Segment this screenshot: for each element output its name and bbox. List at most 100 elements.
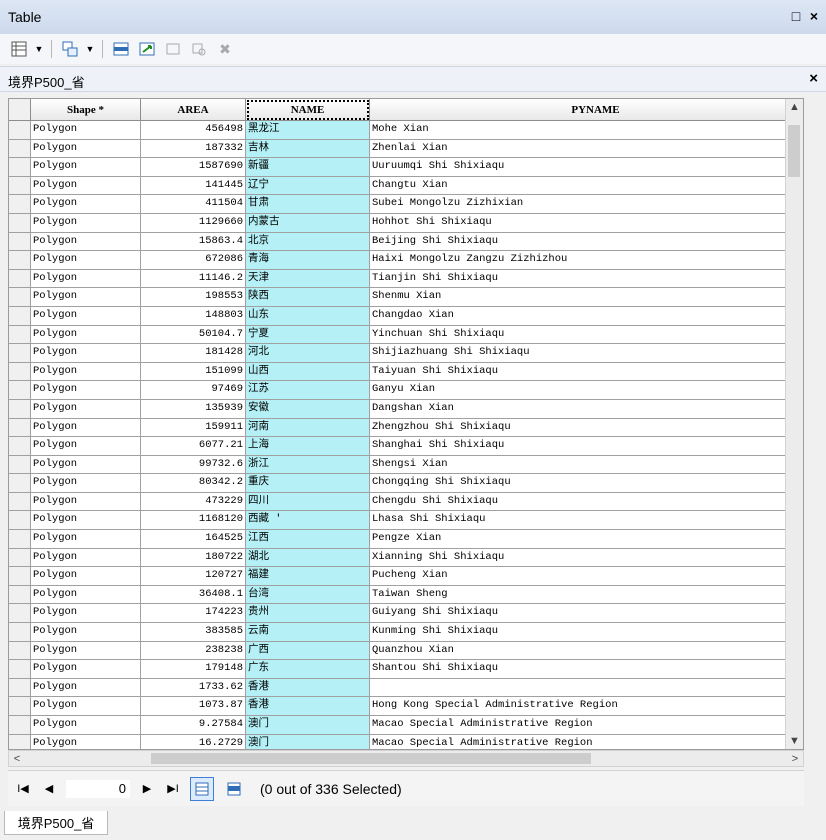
- cell-name[interactable]: 甘肃: [246, 195, 370, 214]
- cell-shape[interactable]: Polygon: [31, 455, 141, 475]
- table-row[interactable]: Polygon 135939 安徽 Dangshan Xian: [9, 399, 803, 419]
- cell-pyname[interactable]: Xianning Shi Shixiaqu: [370, 549, 803, 568]
- column-header-shape[interactable]: Shape *: [31, 99, 141, 121]
- cell-area[interactable]: 141445: [141, 176, 246, 196]
- first-record-button[interactable]: I◀: [14, 780, 32, 798]
- table-row[interactable]: Polygon 187332 吉林 Zhenlai Xian: [9, 139, 803, 159]
- cell-area[interactable]: 456498: [141, 121, 246, 140]
- row-selector[interactable]: [9, 623, 31, 642]
- row-selector[interactable]: [9, 121, 31, 140]
- cell-shape[interactable]: Polygon: [31, 697, 141, 716]
- cell-shape[interactable]: Polygon: [31, 530, 141, 549]
- cell-name[interactable]: 上海: [246, 437, 370, 456]
- clear-selection-icon[interactable]: [162, 38, 184, 60]
- table-row[interactable]: Polygon 238238 广西 Quanzhou Xian: [9, 641, 803, 661]
- table-row[interactable]: Polygon 151099 山西 Taiyuan Shi Shixiaqu: [9, 362, 803, 382]
- cell-pyname[interactable]: Pengze Xian: [370, 530, 803, 549]
- close-window-button[interactable]: ×: [808, 8, 820, 24]
- cell-pyname[interactable]: Shengsi Xian: [370, 456, 803, 475]
- horizontal-scroll-thumb[interactable]: [151, 753, 591, 764]
- cell-pyname[interactable]: Chongqing Shi Shixiaqu: [370, 474, 803, 493]
- zoom-to-selected-icon[interactable]: [188, 38, 210, 60]
- cell-shape[interactable]: Polygon: [31, 232, 141, 252]
- cell-shape[interactable]: Polygon: [31, 195, 141, 214]
- cell-shape[interactable]: Polygon: [31, 418, 141, 438]
- cell-area[interactable]: 383585: [141, 623, 246, 642]
- table-row[interactable]: Polygon 1129660 内蒙古 Hohhot Shi Shixiaqu: [9, 213, 803, 233]
- next-record-button[interactable]: ▶: [138, 780, 156, 798]
- row-selector[interactable]: [9, 176, 31, 196]
- cell-name[interactable]: 福建: [246, 567, 370, 586]
- bottom-table-tab[interactable]: 境界P500_省: [4, 811, 108, 835]
- cell-pyname[interactable]: Chengdu Shi Shixiaqu: [370, 493, 803, 512]
- table-row[interactable]: Polygon 9.27584 澳门 Macao Special Administra…: [9, 716, 803, 735]
- cell-area[interactable]: 6077.21: [141, 437, 246, 456]
- row-selector[interactable]: [9, 641, 31, 661]
- cell-shape[interactable]: Polygon: [31, 251, 141, 270]
- cell-area[interactable]: 11146.2: [141, 269, 246, 289]
- cell-name[interactable]: 广东: [246, 660, 370, 679]
- row-selector[interactable]: [9, 585, 31, 605]
- cell-name[interactable]: 北京: [246, 232, 370, 252]
- cell-shape[interactable]: Polygon: [31, 678, 141, 698]
- row-selector[interactable]: [9, 399, 31, 419]
- cell-area[interactable]: 411504: [141, 195, 246, 214]
- cell-name[interactable]: 河北: [246, 344, 370, 363]
- table-row[interactable]: Polygon 181428 河北 Shijiazhuang Shi Shixiaqu: [9, 344, 803, 363]
- related-tables-icon[interactable]: [59, 38, 81, 60]
- cell-name[interactable]: 云南: [246, 623, 370, 642]
- last-record-button[interactable]: ▶I: [164, 780, 182, 798]
- column-header-name[interactable]: NAME: [246, 99, 370, 121]
- cell-name[interactable]: 台湾: [246, 585, 370, 605]
- row-selector[interactable]: [9, 232, 31, 252]
- table-row[interactable]: Polygon 1073.87 香港 Hong Kong Special Admini…: [9, 697, 803, 716]
- cell-shape[interactable]: Polygon: [31, 604, 141, 624]
- table-row[interactable]: Polygon 174223 贵州 Guiyang Shi Shixiaqu: [9, 604, 803, 624]
- table-row[interactable]: Polygon 180722 湖北 Xianning Shi Shixiaqu: [9, 548, 803, 568]
- cell-name[interactable]: 天津: [246, 269, 370, 289]
- cell-shape[interactable]: Polygon: [31, 641, 141, 661]
- row-selector[interactable]: [9, 567, 31, 586]
- table-row[interactable]: Polygon 11146.2 天津 Tianjin Shi Shixiaqu: [9, 269, 803, 289]
- row-selector-header[interactable]: [9, 99, 31, 121]
- table-row[interactable]: Polygon 473229 四川 Chengdu Shi Shixiaqu: [9, 492, 803, 512]
- cell-pyname[interactable]: Zhenlai Xian: [370, 140, 803, 159]
- row-selector[interactable]: [9, 697, 31, 716]
- row-selector[interactable]: [9, 139, 31, 159]
- cell-pyname[interactable]: Uuruumqi Shi Shixiaqu: [370, 158, 803, 177]
- cell-shape[interactable]: Polygon: [31, 399, 141, 419]
- cell-area[interactable]: 198553: [141, 288, 246, 307]
- cell-shape[interactable]: Polygon: [31, 306, 141, 326]
- cell-name[interactable]: 山西: [246, 362, 370, 382]
- cell-area[interactable]: 1733.62: [141, 678, 246, 698]
- cell-pyname[interactable]: Shantou Shi Shixiaqu: [370, 660, 803, 679]
- table-row[interactable]: Polygon 97469 江苏 Ganyu Xian: [9, 381, 803, 400]
- cell-pyname[interactable]: Shanghai Shi Shixiaqu: [370, 437, 803, 456]
- cell-name[interactable]: 澳门: [246, 734, 370, 749]
- cell-pyname[interactable]: Changtu Xian: [370, 177, 803, 196]
- cell-area[interactable]: 164525: [141, 530, 246, 549]
- cell-area[interactable]: 159911: [141, 418, 246, 438]
- cell-shape[interactable]: Polygon: [31, 437, 141, 456]
- table-row[interactable]: Polygon 1733.62 香港: [9, 678, 803, 698]
- cell-shape[interactable]: Polygon: [31, 288, 141, 307]
- row-selector[interactable]: [9, 195, 31, 214]
- row-selector[interactable]: [9, 734, 31, 749]
- table-row[interactable]: Polygon 50104.7 宁夏 Yinchuan Shi Shixiaqu: [9, 325, 803, 345]
- row-selector[interactable]: [9, 437, 31, 456]
- row-selector[interactable]: [9, 604, 31, 624]
- cell-area[interactable]: 180722: [141, 548, 246, 568]
- table-row[interactable]: Polygon 80342.2 重庆 Chongqing Shi Shixiaqu: [9, 474, 803, 493]
- cell-area[interactable]: 148803: [141, 306, 246, 326]
- cell-area[interactable]: 187332: [141, 139, 246, 159]
- cell-name[interactable]: 湖北: [246, 548, 370, 568]
- switch-selection-icon[interactable]: [136, 38, 158, 60]
- cell-pyname[interactable]: Taiyuan Shi Shixiaqu: [370, 363, 803, 382]
- cell-shape[interactable]: Polygon: [31, 716, 141, 735]
- table-row[interactable]: Polygon 99732.6 浙江 Shengsi Xian: [9, 455, 803, 475]
- table-row[interactable]: Polygon 36408.1 台湾 Taiwan Sheng: [9, 585, 803, 605]
- cell-pyname[interactable]: Haixi Mongolzu Zangzu Zizhizhou: [370, 251, 803, 270]
- cell-pyname[interactable]: Lhasa Shi Shixiaqu: [370, 511, 803, 531]
- vertical-scroll-thumb[interactable]: [788, 125, 800, 177]
- cell-shape[interactable]: Polygon: [31, 660, 141, 679]
